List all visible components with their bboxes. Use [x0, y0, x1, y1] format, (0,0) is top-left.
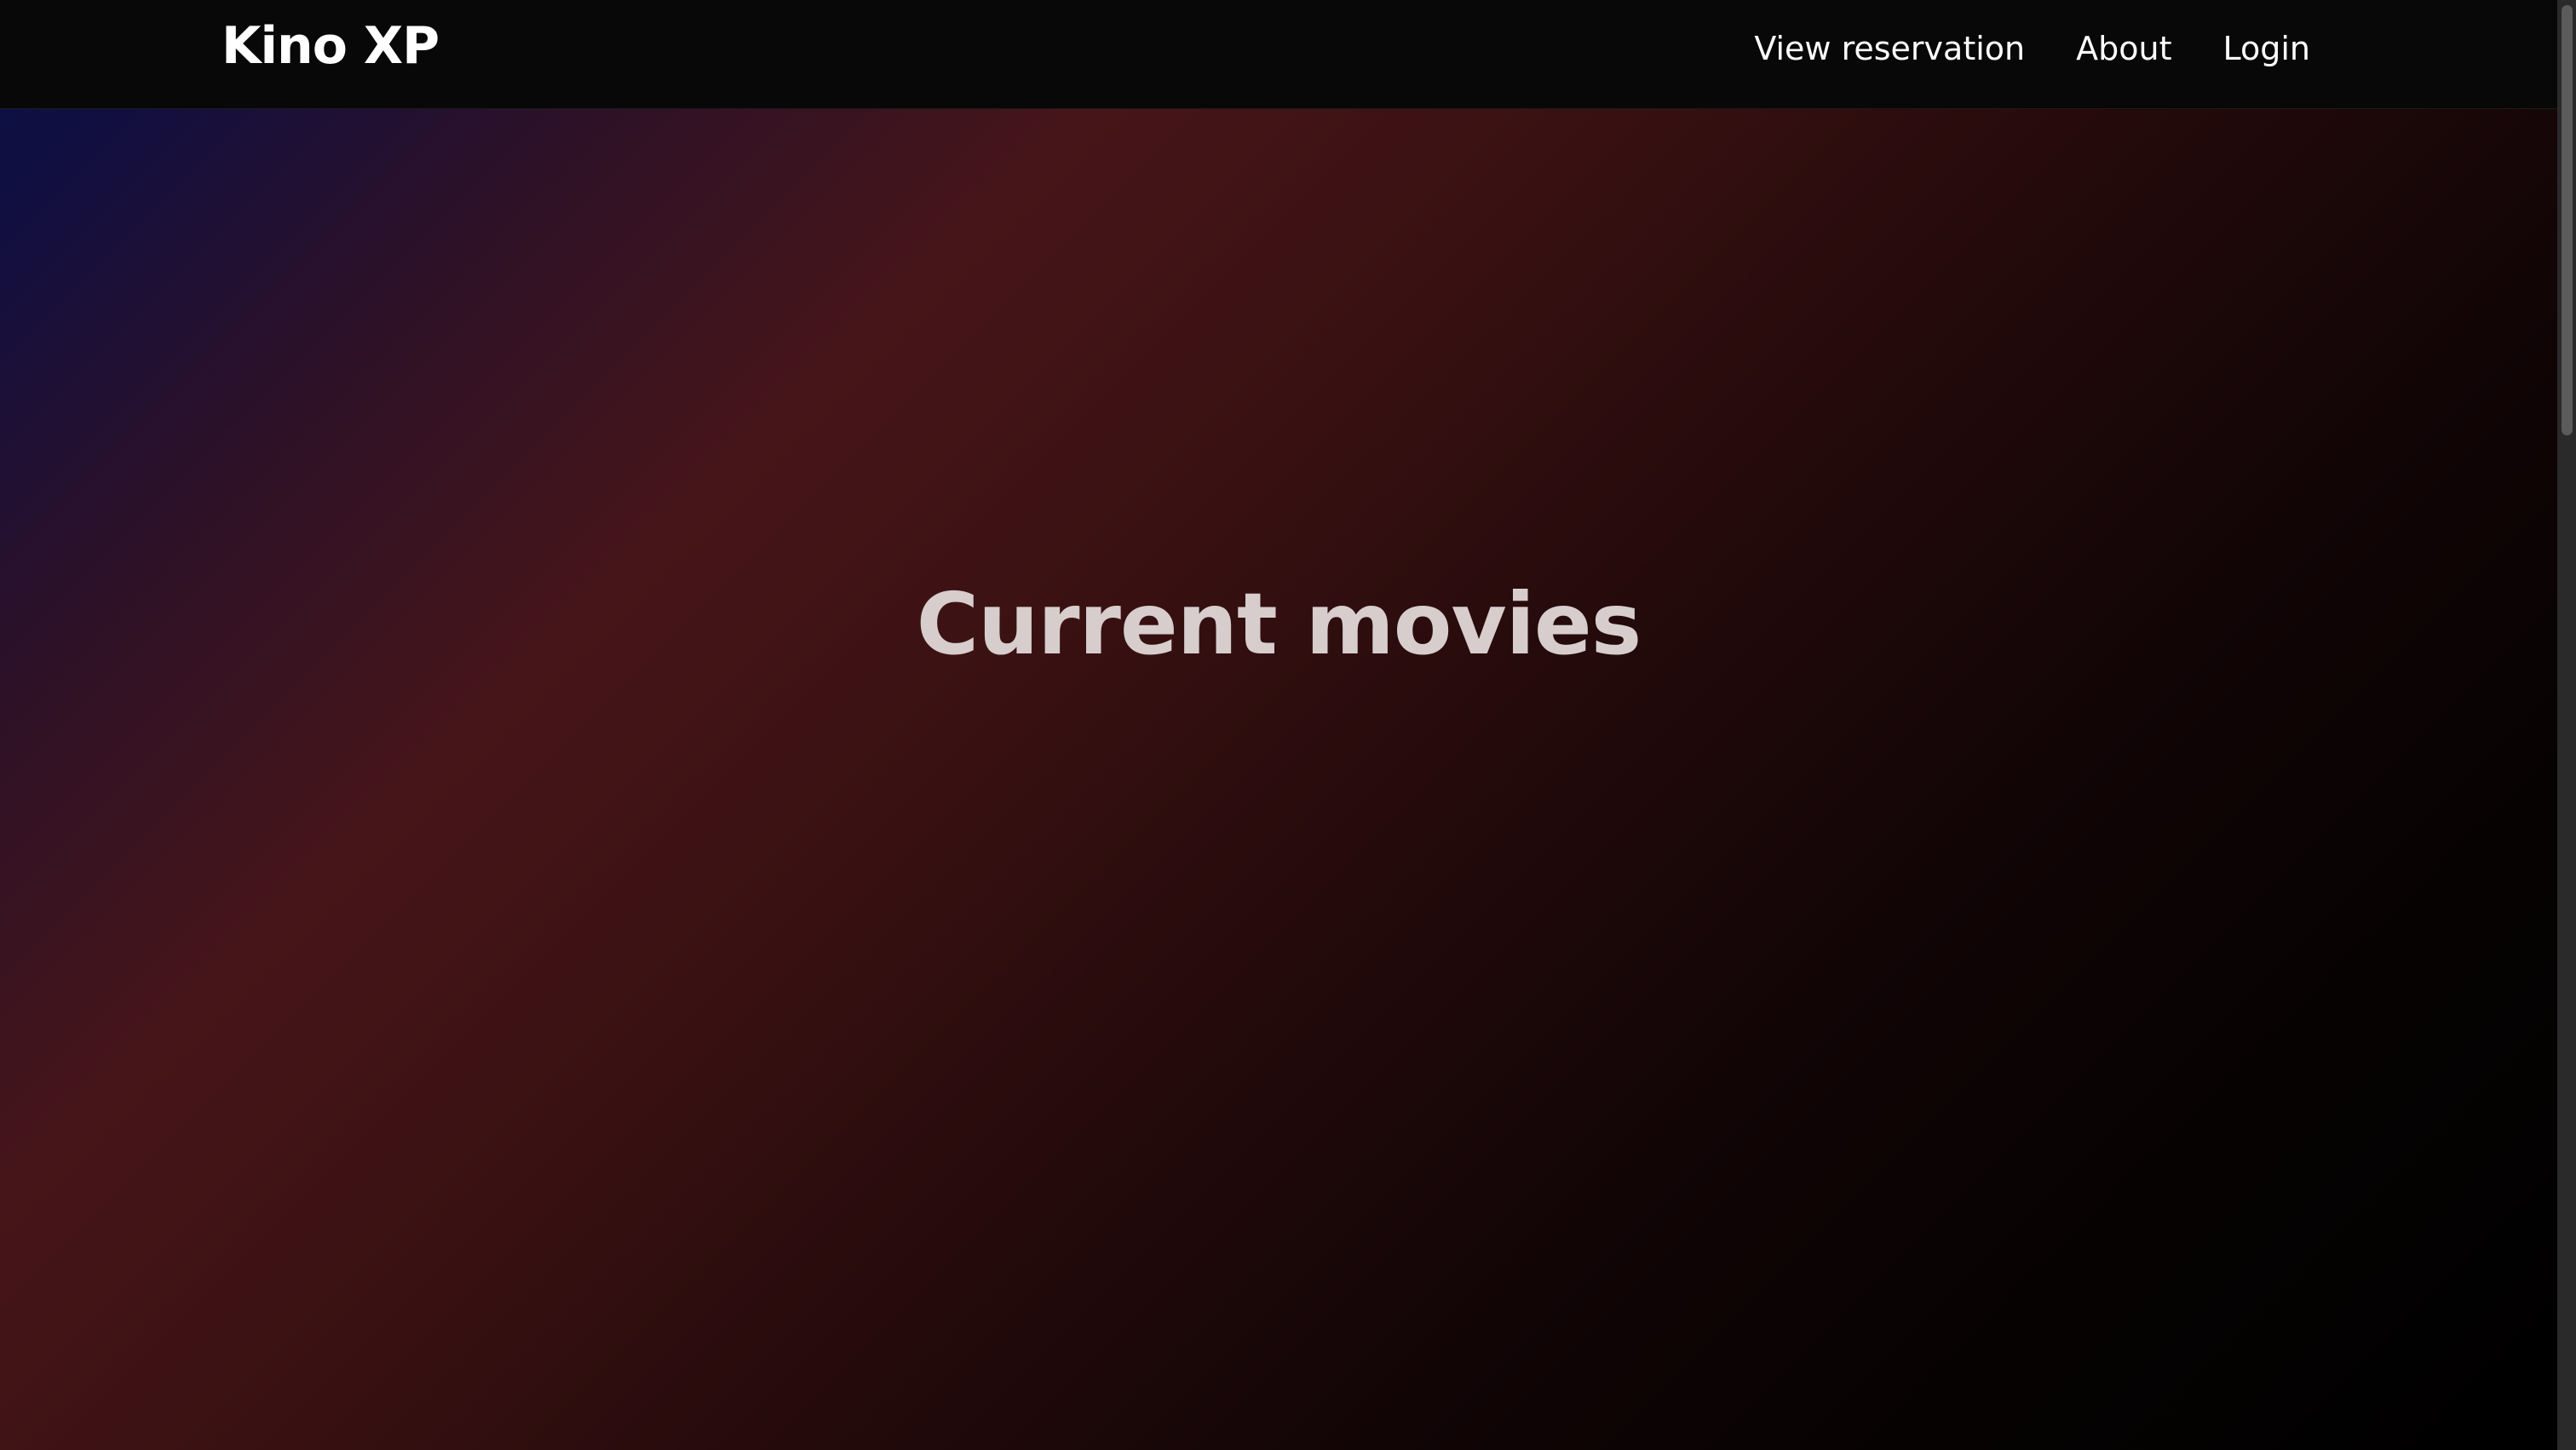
- page-viewport: Kino XP View reservation About Login Cur…: [0, 0, 2557, 1450]
- nav-login-link[interactable]: Login: [2222, 22, 2310, 75]
- brand-logo-link[interactable]: Kino XP: [221, 12, 440, 80]
- nav-about-link[interactable]: About: [2076, 22, 2171, 75]
- nav-links: View reservation About Login: [1754, 22, 2310, 75]
- page-title: Current movies: [916, 574, 1642, 674]
- top-navbar: Kino XP View reservation About Login: [0, 0, 2557, 109]
- vertical-scrollbar[interactable]: [2557, 0, 2576, 1450]
- scrollbar-thumb[interactable]: [2562, 5, 2573, 435]
- nav-view-reservation-link[interactable]: View reservation: [1754, 22, 2025, 75]
- page: Kino XP View reservation About Login Cur…: [0, 0, 2576, 1450]
